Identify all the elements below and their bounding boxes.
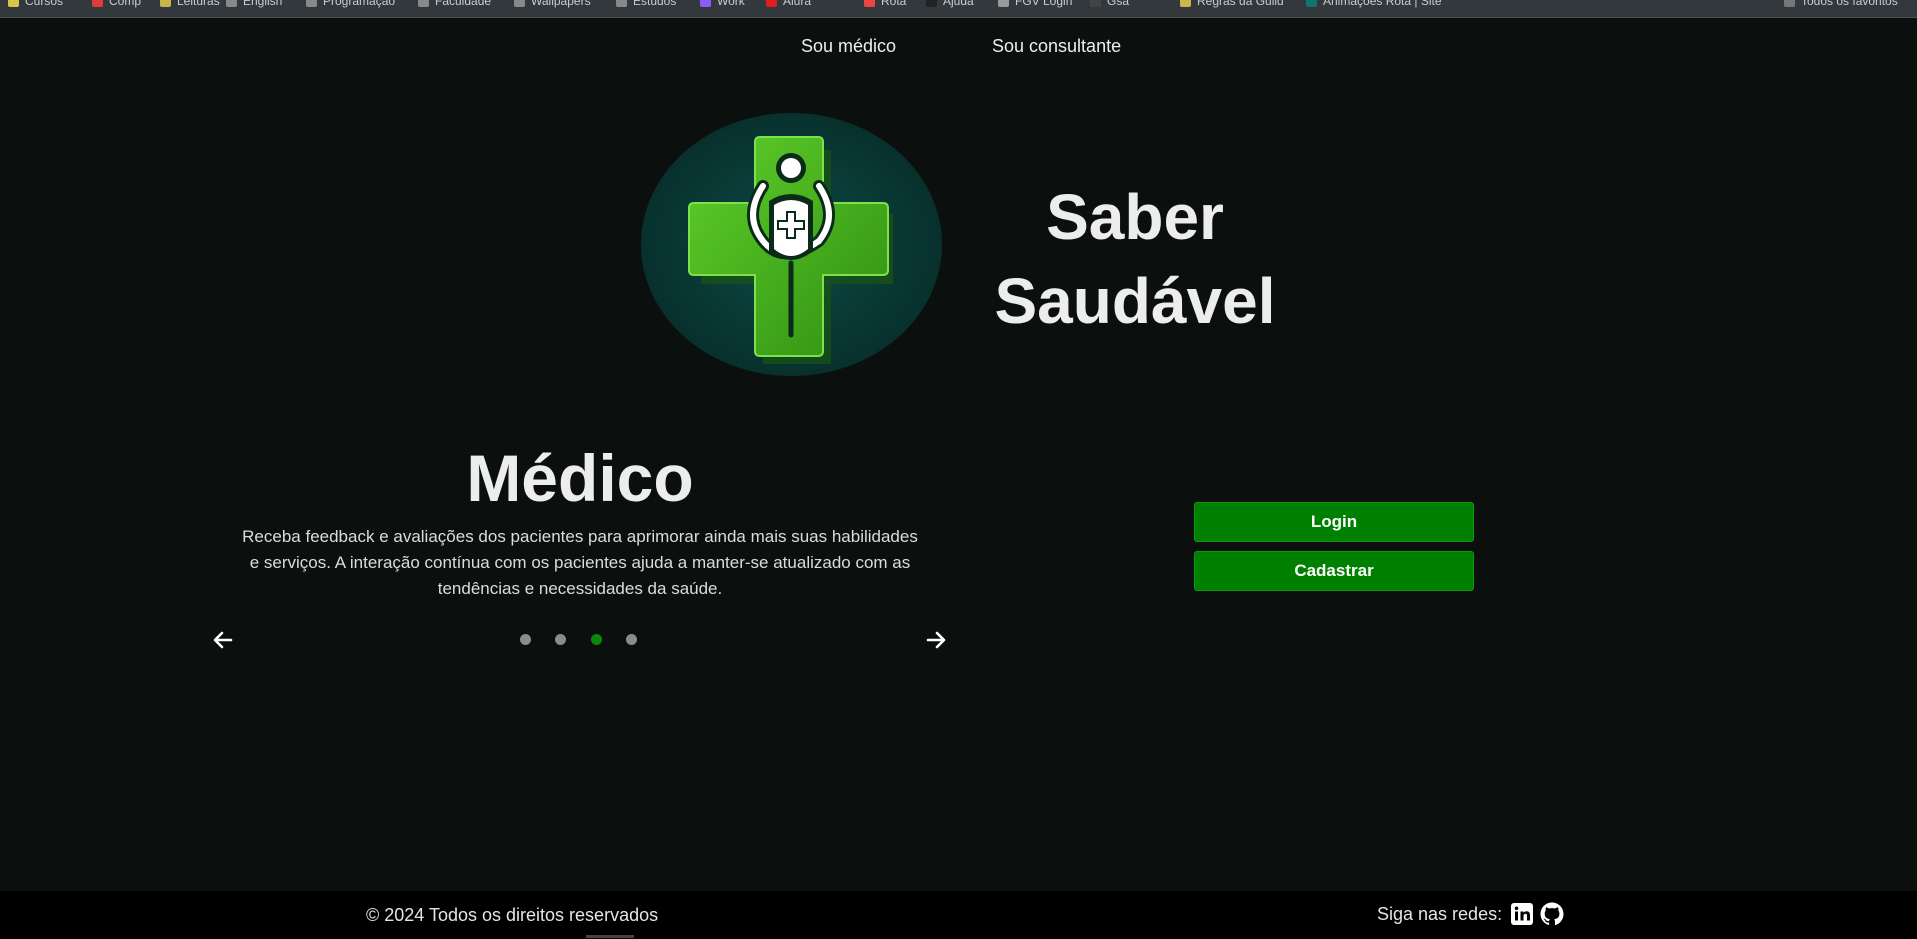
brand-title-line1: Saber [1046,181,1224,253]
bookmark-item[interactable]: Ajuda [926,0,974,8]
footer: © 2024 Todos os direitos reservados Siga… [0,891,1917,939]
bookmark-item[interactable]: FGV Login [998,0,1072,8]
bookmark-item[interactable]: Estudos [616,0,676,8]
carousel-dot[interactable] [626,634,637,645]
carousel-dot[interactable] [520,634,531,645]
saber-saudavel-logo [641,113,942,376]
nav-consultant-link[interactable]: Sou consultante [992,36,1121,57]
social-links: Siga nas redes: [1377,902,1564,926]
bookmark-item[interactable]: Regras da Guild [1180,0,1284,8]
copyright-text: © 2024 Todos os direitos reservados [366,905,659,925]
bookmark-item[interactable]: Rota [864,0,906,8]
brand-title: Saber Saudável [990,175,1280,343]
bookmark-item[interactable]: Gsa [1090,0,1129,8]
github-icon[interactable] [1540,902,1564,926]
bookmark-item[interactable]: Animações Rota | Site [1306,0,1442,8]
bookmark-item[interactable]: Leituras [160,0,220,8]
bookmark-item[interactable]: Comp [92,0,141,8]
all-bookmarks[interactable]: Todos os favoritos [1784,0,1898,8]
linkedin-icon[interactable] [1510,902,1534,926]
bookmarks-bar: Cursos Comp Leituras English Programação… [0,0,1917,18]
bookmark-item[interactable]: Cursos [8,0,63,8]
arrow-left-icon[interactable] [211,628,235,652]
slide-title: Médico [466,441,694,515]
arrow-right-icon[interactable] [924,628,948,652]
bookmark-item[interactable]: Work [700,0,745,8]
brand-title-line2: Saudável [994,265,1276,337]
register-button[interactable]: Cadastrar [1194,551,1474,591]
scroll-indicator [586,935,634,938]
social-label: Siga nas redes: [1377,903,1503,924]
bookmark-item[interactable]: Faculdade [418,0,491,8]
slide-text: Receba feedback e avaliações dos pacient… [242,527,918,598]
carousel-dot-active[interactable] [591,634,602,645]
bookmark-item[interactable]: Wallpapers [514,0,591,8]
login-button[interactable]: Login [1194,502,1474,542]
bookmark-item[interactable]: English [226,0,282,8]
bookmark-item[interactable]: Programação [306,0,395,8]
nav-doctor-link[interactable]: Sou médico [801,36,896,57]
bookmark-item[interactable]: Alura [766,0,811,8]
carousel-dot[interactable] [555,634,566,645]
